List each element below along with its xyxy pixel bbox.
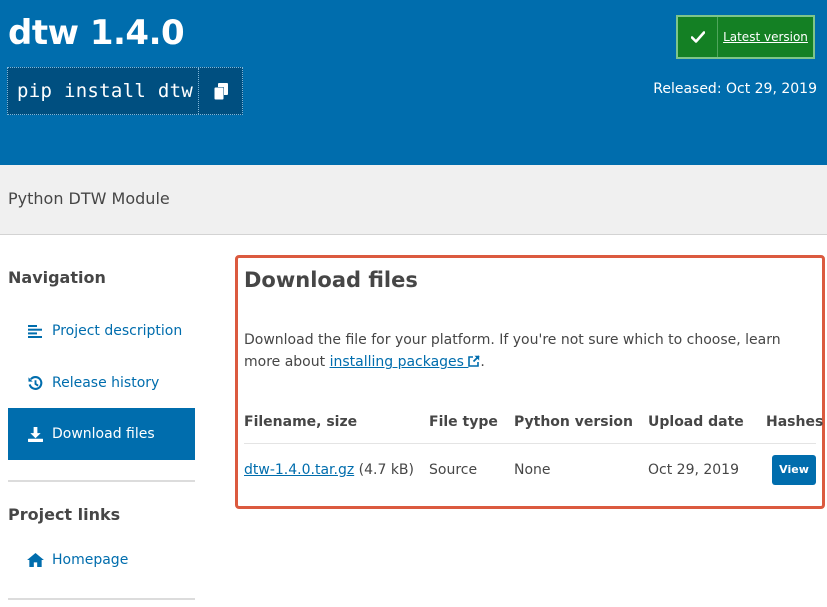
python-version: None [514, 462, 551, 478]
col-hashes: Hashes [766, 414, 824, 430]
navigation-heading: Navigation [8, 268, 106, 287]
sidebar-link-homepage[interactable]: Homepage [8, 534, 195, 586]
sidebar-item-label: Project description [52, 323, 183, 339]
latest-version-link[interactable]: Latest version [718, 30, 813, 44]
installing-packages-link[interactable]: installing packages [330, 354, 481, 370]
sidebar-item-label: Release history [52, 375, 160, 391]
file-download-link[interactable]: dtw-1.4.0.tar.gz [244, 462, 354, 478]
sidebar-item-download-files[interactable]: Download files [8, 408, 195, 460]
release-date: Released: Oct 29, 2019 [653, 81, 817, 97]
home-icon [24, 553, 46, 567]
latest-version-badge[interactable]: Latest version [676, 15, 815, 59]
col-upload-date: Upload date [648, 414, 744, 430]
package-summary-bar: Python DTW Module [0, 165, 827, 235]
description-text: Download the file for your platform. If … [244, 332, 781, 370]
history-icon [24, 375, 46, 391]
table-row: dtw-1.4.0.tar.gz (4.7 kB) Source None Oc… [244, 445, 816, 495]
copy-icon [213, 82, 228, 100]
pip-command-box: pip install dtw [7, 67, 243, 115]
project-header: dtw 1.4.0 pip install dtw Latest version… [0, 0, 827, 165]
package-title: dtw 1.4.0 [8, 13, 185, 53]
sidebar-item-label: Download files [52, 426, 155, 442]
link-label: installing packages [329, 354, 464, 370]
package-summary: Python DTW Module [8, 189, 170, 208]
project-links-heading: Project links [8, 505, 121, 524]
col-file-type: File type [429, 414, 498, 430]
col-filename: Filename, size [244, 414, 358, 430]
hashes-cell: View [766, 455, 816, 485]
copy-button[interactable] [198, 68, 242, 114]
sidebar-divider [8, 598, 195, 600]
file-cell: dtw-1.4.0.tar.gz (4.7 kB) [244, 462, 429, 478]
external-link-icon [468, 355, 481, 367]
col-python-version: Python version [514, 414, 634, 430]
download-icon [24, 426, 46, 442]
sidebar-item-project-description[interactable]: Project description [8, 305, 195, 357]
sidebar-item-release-history[interactable]: Release history [8, 357, 195, 409]
upload-date: Oct 29, 2019 [648, 462, 739, 478]
files-table-header: Filename, size File type Python version … [244, 414, 824, 444]
file-size: (4.7 kB) [358, 462, 414, 478]
list-icon [24, 324, 46, 338]
description-text: . [480, 354, 485, 370]
download-files-title: Download files [244, 268, 418, 292]
view-hashes-button[interactable]: View [772, 455, 816, 485]
pip-command[interactable]: pip install dtw [8, 68, 198, 114]
file-type: Source [429, 462, 478, 478]
sidebar-link-label: Homepage [52, 552, 129, 568]
check-icon [678, 17, 718, 57]
download-description: Download the file for your platform. If … [244, 329, 814, 373]
sidebar-divider [8, 480, 195, 482]
